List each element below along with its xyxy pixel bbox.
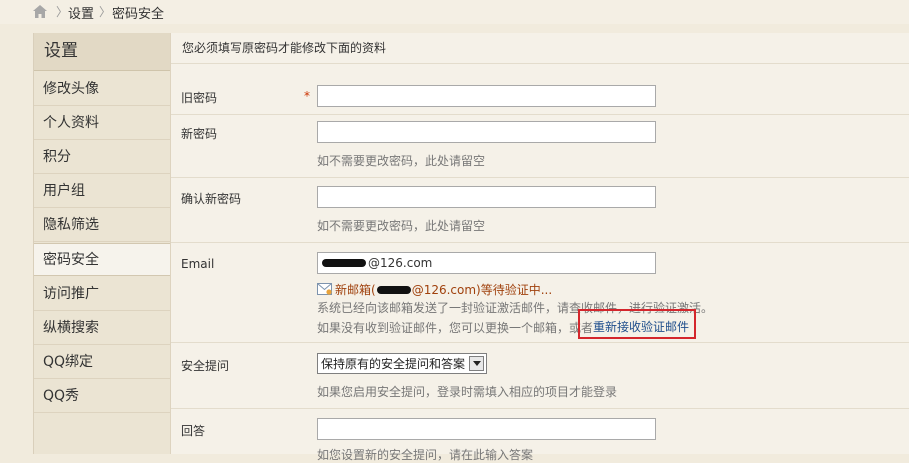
chevron-down-icon[interactable] [469,356,484,371]
security-question-label: 安全提问 [181,359,230,373]
breadcrumb-item-password-security: 密码安全 [112,7,165,22]
new-password-hint: 如不需要更改密码，此处请留空 [317,154,486,168]
pending-suffix: @126.com)等待验证中... [411,283,553,297]
settings-sidebar: 设置 修改头像 个人资料 积分 用户组 隐私筛选 密码安全 访问推广 纵横搜索 … [33,33,172,454]
breadcrumb-separator: 〉 [56,5,69,19]
email-label: Email [181,257,215,271]
security-question-selected: 保持原有的安全提问和答案 [321,357,466,371]
divider [171,177,909,178]
home-icon[interactable] [33,5,47,18]
breadcrumb-separator: 〉 [99,5,112,19]
sidebar-item-avatar[interactable]: 修改头像 [34,73,171,106]
confirm-password-input[interactable] [317,186,656,208]
form-notice: 您必须填写原密码才能修改下面的资料 [182,41,387,55]
password-security-form: 您必须填写原密码才能修改下面的资料 旧密码 * 新密码 如不需要更改密码，此处请… [170,33,909,462]
sidebar-item-usergroup[interactable]: 用户组 [34,175,171,208]
sidebar-item-qq-show[interactable]: QQ秀 [34,380,171,413]
new-password-input[interactable] [317,121,656,143]
answer-input[interactable] [317,418,656,440]
breadcrumb: 〉 设置 〉 密码安全 [0,0,909,24]
divider [171,114,909,115]
divider [171,242,909,243]
divider [171,408,909,409]
confirm-password-label: 确认新密码 [181,192,242,206]
pending-prefix: 新邮箱( [335,283,376,297]
required-mark: * [304,89,310,103]
answer-hint: 如您设置新的安全提问，请在此输入答案 [317,448,534,462]
sidebar-item-privacy[interactable]: 隐私筛选 [34,209,171,242]
sidebar-item-profile[interactable]: 个人资料 [34,107,171,140]
sidebar-item-promotion[interactable]: 访问推广 [34,278,171,311]
breadcrumb-item-settings[interactable]: 设置 [68,3,94,22]
sidebar-item-credits[interactable]: 积分 [34,141,171,174]
mail-icon [317,283,332,295]
new-password-label: 新密码 [181,127,218,141]
divider [171,63,909,64]
answer-label: 回答 [181,424,206,438]
sidebar-title: 设置 [34,33,171,71]
email-input[interactable]: @126.com [317,252,656,274]
security-question-select[interactable]: 保持原有的安全提问和答案 [317,353,487,374]
email-change-note: 如果没有收到验证邮件，您可以更换一个邮箱，或者 [317,321,594,335]
email-pending-status: 新邮箱( @126.com)等待验证中... [335,281,552,298]
redacted-mark [376,285,411,294]
divider [171,342,909,343]
sidebar-item-search[interactable]: 纵横搜索 [34,312,171,345]
sidebar-item-password-security[interactable]: 密码安全 [34,243,172,276]
resend-verification-link[interactable]: 重新接收验证邮件 [592,318,690,335]
sidebar-item-qq-binding[interactable]: QQ绑定 [34,346,171,379]
confirm-password-hint: 如不需要更改密码，此处请留空 [317,219,486,233]
old-password-input[interactable] [317,85,656,107]
security-question-hint: 如果您启用安全提问，登录时需填入相应的项目才能登录 [317,385,618,399]
email-value-suffix: @126.com [368,256,433,270]
dropdown-triangle [472,361,481,366]
old-password-label: 旧密码 [181,91,218,105]
redacted-mark [322,259,366,267]
